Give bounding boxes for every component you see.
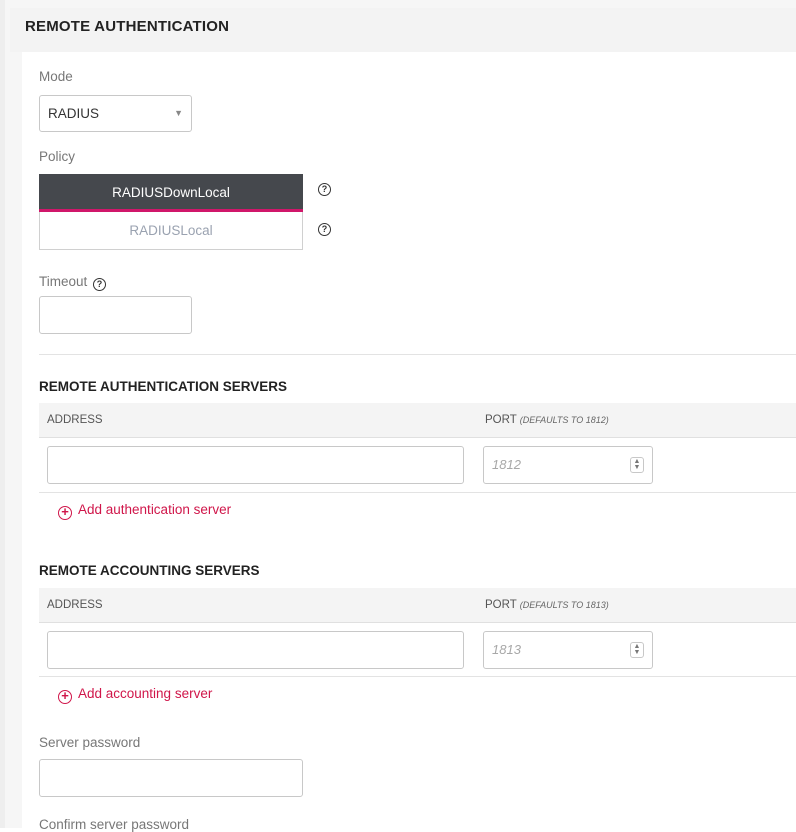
help-icon[interactable]: ? <box>318 223 331 236</box>
mode-select-value: RADIUS <box>48 106 100 121</box>
port-default-hint: (DEFAULTS TO 1812) <box>519 415 609 425</box>
add-authentication-server-link[interactable]: + Add authentication server <box>58 502 231 520</box>
port-placeholder: 1813 <box>492 642 521 657</box>
address-column-header: ADDRESS <box>47 414 103 426</box>
help-icon[interactable]: ? <box>318 183 331 196</box>
auth-servers-header: ADDRESS PORT (DEFAULTS TO 1812) <box>39 403 796 438</box>
mode-select[interactable]: RADIUS ▼ <box>39 95 192 132</box>
server-password-input[interactable] <box>39 759 303 797</box>
port-column-header: PORT (DEFAULTS TO 1812) <box>485 414 609 426</box>
add-circle-icon: + <box>58 505 72 520</box>
acct-server-port-input[interactable]: 1813 ▲ ▼ <box>483 631 653 669</box>
stepper-icon[interactable]: ▲ ▼ <box>630 642 644 658</box>
port-placeholder: 1812 <box>492 457 521 472</box>
help-icon[interactable]: ? <box>93 278 107 291</box>
settings-panel: Mode RADIUS ▼ Policy RADIUSDownLocal RAD… <box>22 52 796 832</box>
acct-servers-title: REMOTE ACCOUNTING SERVERS <box>39 563 260 578</box>
address-column-header: ADDRESS <box>47 599 103 611</box>
add-circle-icon: + <box>58 689 72 704</box>
auth-server-port-input[interactable]: 1812 ▲ ▼ <box>483 446 653 484</box>
row-divider <box>39 492 796 493</box>
server-password-label: Server password <box>39 735 141 750</box>
add-accounting-server-label: Add accounting server <box>78 686 213 701</box>
policy-label: Policy <box>39 149 76 164</box>
add-accounting-server-link[interactable]: + Add accounting server <box>58 686 212 704</box>
confirm-password-label: Confirm server password <box>39 817 190 832</box>
divider <box>39 354 796 355</box>
acct-server-address-input[interactable] <box>47 631 464 669</box>
policy-option-radiuslocal[interactable]: RADIUSLocal <box>39 212 303 250</box>
auth-server-address-input[interactable] <box>47 446 464 484</box>
row-divider <box>39 676 796 677</box>
chevron-down-icon: ▼ <box>174 108 183 118</box>
page-frame: REMOTE AUTHENTICATION Mode RADIUS ▼ Poli… <box>0 0 796 832</box>
timeout-label: Timeout ? <box>39 274 107 291</box>
timeout-label-text: Timeout <box>39 274 88 289</box>
mode-label: Mode <box>39 69 73 84</box>
port-default-hint: (DEFAULTS TO 1813) <box>519 600 609 610</box>
stepper-icon[interactable]: ▲ ▼ <box>630 457 644 473</box>
timeout-input[interactable] <box>39 296 192 334</box>
auth-servers-title: REMOTE AUTHENTICATION SERVERS <box>39 379 288 394</box>
port-column-label: PORT <box>485 414 517 426</box>
policy-option-radiusdownlocal[interactable]: RADIUSDownLocal <box>39 174 303 212</box>
page-title: REMOTE AUTHENTICATION <box>10 8 796 52</box>
add-authentication-server-label: Add authentication server <box>78 502 232 517</box>
port-column-header: PORT (DEFAULTS TO 1813) <box>485 599 609 611</box>
acct-servers-header: ADDRESS PORT (DEFAULTS TO 1813) <box>39 588 796 623</box>
port-column-label: PORT <box>485 599 517 611</box>
